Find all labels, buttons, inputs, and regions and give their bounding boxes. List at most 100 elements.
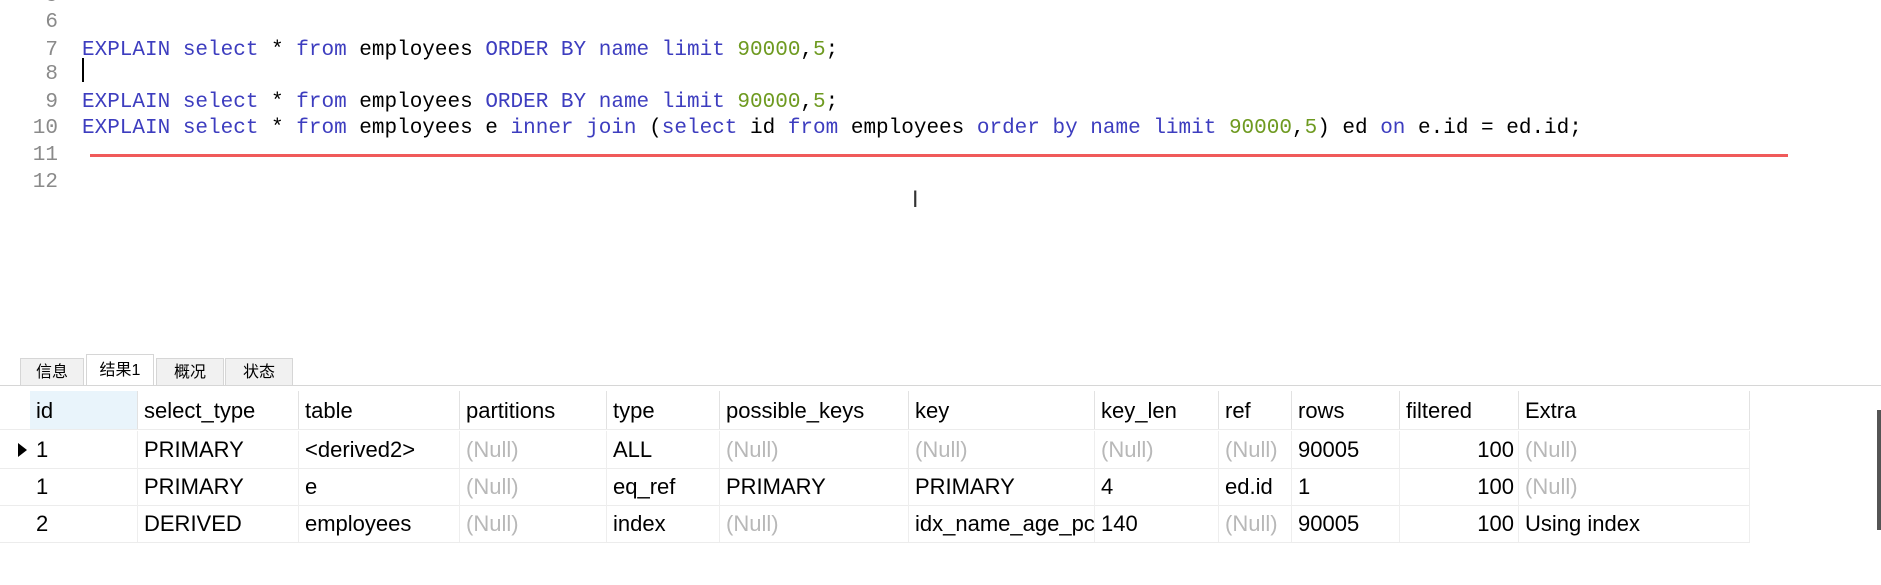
column-header-rows[interactable]: rows — [1292, 391, 1400, 429]
cell-extra[interactable]: (Null) — [1519, 468, 1750, 505]
sql-number: 90000 — [737, 39, 801, 62]
sql-keyword: from — [296, 91, 347, 114]
column-header-ref[interactable]: ref — [1219, 391, 1292, 429]
cell-rows[interactable]: 90005 — [1292, 505, 1400, 542]
sql-number: 5 — [1304, 117, 1318, 140]
sql-identifier — [170, 91, 183, 114]
cell-partitions[interactable]: (Null) — [460, 468, 607, 505]
tab-1[interactable]: 信息 — [20, 358, 84, 386]
sql-keyword: limit — [661, 91, 725, 114]
sql-identifier: * — [258, 39, 297, 62]
cell-key[interactable]: idx_name_age_pc — [909, 505, 1095, 542]
sql-number: 90000 — [737, 91, 801, 114]
cell-select-type[interactable]: PRIMARY — [138, 468, 299, 505]
code-text: EXPLAIN select * from employees ORDER BY… — [82, 38, 838, 64]
cell-filtered[interactable]: 100 — [1400, 431, 1519, 468]
cell-filtered[interactable]: 100 — [1400, 468, 1519, 505]
cell-type[interactable]: index — [607, 505, 720, 542]
cell-key[interactable]: (Null) — [909, 431, 1095, 468]
cell-rows[interactable]: 1 — [1292, 468, 1400, 505]
sql-identifier: ; — [825, 39, 839, 62]
cell-select-type[interactable]: DERIVED — [138, 505, 299, 542]
column-header-key[interactable]: key — [909, 391, 1095, 429]
sql-identifier: employees e — [346, 117, 511, 140]
results-grid[interactable]: id select_type table partitions type possible… — [0, 391, 1881, 585]
sql-keyword: limit — [1153, 117, 1217, 140]
cell-possible-keys[interactable]: (Null) — [720, 505, 909, 542]
header-divider — [0, 429, 1750, 430]
sql-keyword: EXPLAIN — [82, 39, 171, 62]
cell-id[interactable]: 1 — [30, 468, 138, 505]
current-row-marker-icon — [18, 443, 27, 457]
annotation-underline — [90, 154, 1788, 157]
ibeam-cursor-icon: I — [912, 188, 919, 213]
cell-partitions[interactable]: (Null) — [460, 505, 607, 542]
column-header-select-type[interactable]: select_type — [138, 391, 299, 429]
line-number: 6 — [45, 11, 58, 34]
line-number: 7 — [45, 39, 58, 62]
row-divider — [0, 542, 1750, 543]
cell-table[interactable]: employees — [299, 505, 460, 542]
tab-4[interactable]: 状态 — [225, 358, 293, 386]
cell-possible-keys[interactable]: (Null) — [720, 431, 909, 468]
cell-filtered[interactable]: 100 — [1400, 505, 1519, 542]
cell-key-len[interactable]: 4 — [1095, 468, 1219, 505]
line-number: 9 — [45, 91, 58, 114]
cell-id[interactable]: 1 — [30, 431, 138, 468]
sql-editor[interactable]: 567EXPLAIN select * from employees ORDER… — [0, 0, 1881, 340]
line-number: 5 — [0, 0, 58, 10]
sql-identifier — [725, 91, 738, 114]
cell-ref[interactable]: (Null) — [1219, 431, 1292, 468]
code-text: EXPLAIN select * from employees e inner … — [82, 116, 1582, 142]
sql-number: 5 — [813, 39, 826, 62]
sql-identifier: employees — [346, 39, 486, 62]
tab-2[interactable]: 结果1 — [86, 354, 154, 386]
cell-extra[interactable]: (Null) — [1519, 431, 1750, 468]
column-header-type[interactable]: type — [607, 391, 720, 429]
tab-3[interactable]: 概况 — [156, 358, 224, 386]
cell-partitions[interactable]: (Null) — [460, 431, 607, 468]
result-tabs: 信息 结果1 概况 状态 — [0, 350, 1881, 386]
sql-keyword: on — [1380, 117, 1406, 140]
cell-select-type[interactable]: PRIMARY — [138, 431, 299, 468]
sql-keyword: EXPLAIN — [82, 117, 171, 140]
sql-identifier — [1078, 117, 1091, 140]
sql-keyword: select — [661, 117, 738, 140]
cell-id[interactable]: 2 — [30, 505, 138, 542]
cell-key-len[interactable]: (Null) — [1095, 431, 1219, 468]
cell-key-len[interactable]: 140 — [1095, 505, 1219, 542]
column-header-id[interactable]: id — [30, 391, 138, 429]
column-header-key-len[interactable]: key_len — [1095, 391, 1219, 429]
column-header-extra[interactable]: Extra — [1519, 391, 1750, 429]
tabs-divider — [0, 385, 1881, 386]
cell-ref[interactable]: (Null) — [1219, 505, 1292, 542]
cell-table[interactable]: <derived2> — [299, 431, 460, 468]
sql-identifier — [1216, 117, 1229, 140]
column-header-possible-keys[interactable]: possible_keys — [720, 391, 909, 429]
column-header-partitions[interactable]: partitions — [460, 391, 607, 429]
sql-identifier: employees — [346, 91, 486, 114]
cell-key[interactable]: PRIMARY — [909, 468, 1095, 505]
grid-scrollbar[interactable] — [1877, 410, 1881, 530]
sql-keyword: limit — [661, 39, 725, 62]
cell-ref[interactable]: ed.id — [1219, 468, 1292, 505]
line-number: 10 — [32, 117, 58, 140]
sql-keyword: EXPLAIN — [82, 91, 171, 114]
cell-extra[interactable]: Using index — [1519, 505, 1750, 542]
cell-table[interactable]: e — [299, 468, 460, 505]
cell-possible-keys[interactable]: PRIMARY — [720, 468, 909, 505]
line-number: 8 — [45, 63, 58, 86]
column-header-table[interactable]: table — [299, 391, 460, 429]
sql-keyword: select — [182, 117, 259, 140]
sql-keyword: from — [296, 39, 347, 62]
sql-keyword: ORDER BY — [485, 91, 587, 114]
column-header-filtered[interactable]: filtered — [1400, 391, 1519, 429]
cell-rows[interactable]: 90005 — [1292, 431, 1400, 468]
cell-type[interactable]: ALL — [607, 431, 720, 468]
code-text: EXPLAIN select * from employees ORDER BY… — [82, 90, 838, 116]
cell-type[interactable]: eq_ref — [607, 468, 720, 505]
sql-number: 90000 — [1228, 117, 1292, 140]
line-number: 11 — [32, 144, 58, 167]
sql-keyword: from — [787, 117, 839, 140]
sql-identifier: * — [258, 117, 297, 140]
